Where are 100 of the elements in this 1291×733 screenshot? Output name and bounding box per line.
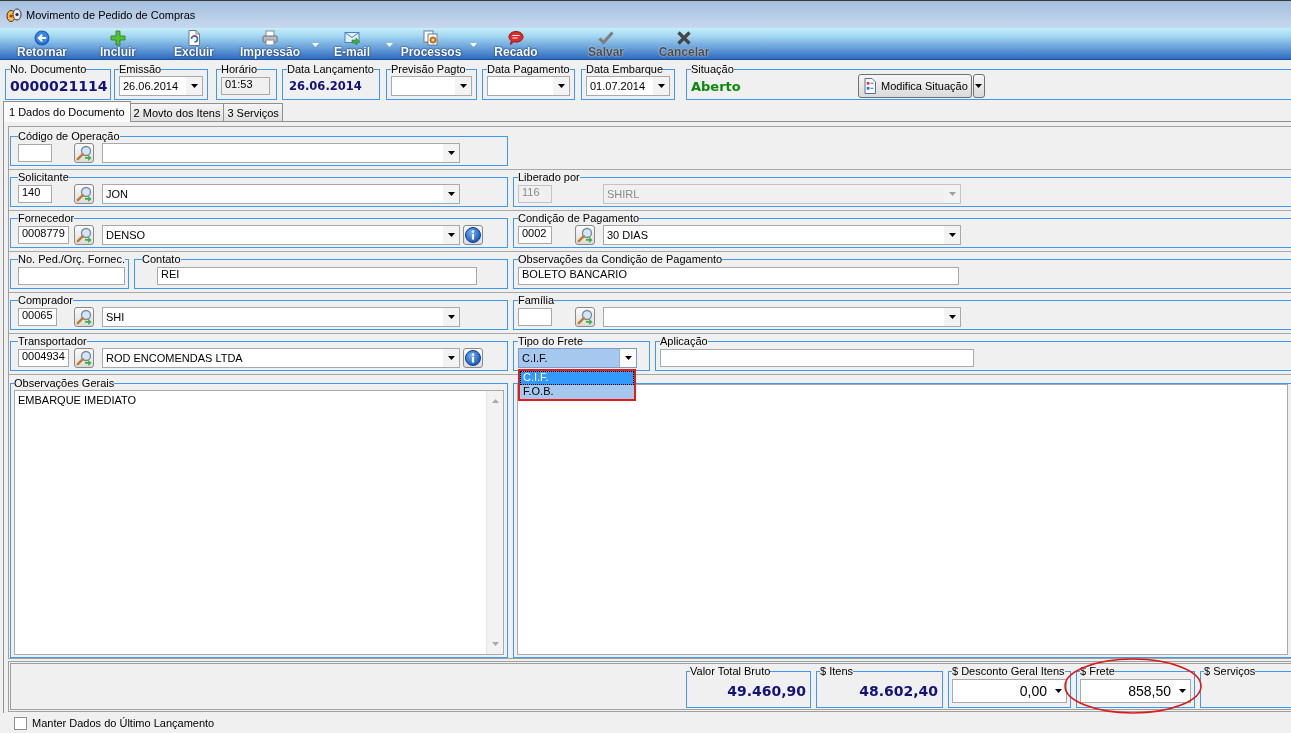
caret-icon xyxy=(948,315,956,319)
caret-icon xyxy=(447,151,455,155)
search-button[interactable] xyxy=(74,143,94,163)
search-button[interactable] xyxy=(74,184,94,204)
envelope-icon xyxy=(344,30,360,46)
field-label: Condição de Pagamento xyxy=(518,212,640,225)
scroll-up-icon[interactable] xyxy=(491,399,499,403)
date-field[interactable] xyxy=(391,76,472,96)
caret-icon xyxy=(447,356,455,360)
field-label: Contato xyxy=(142,253,181,266)
info-button[interactable] xyxy=(463,348,483,368)
code-field[interactable]: 0002 xyxy=(518,226,552,244)
search-button[interactable] xyxy=(575,225,595,245)
checkbox-label[interactable]: Manter Dados do Último Lançamento xyxy=(32,717,215,729)
caret-icon[interactable] xyxy=(311,43,319,47)
dropdown-field[interactable] xyxy=(603,307,961,327)
time-field: 01:53 xyxy=(221,77,270,95)
dropdown-field[interactable]: JON xyxy=(102,184,460,204)
field-label: Liberado por xyxy=(518,171,580,184)
date-field[interactable]: 26.06.2014 xyxy=(119,76,203,96)
scroll-down-icon[interactable] xyxy=(491,642,499,646)
document-number: 0000021114 xyxy=(10,77,108,96)
tab[interactable]: 3 Serviços xyxy=(223,103,283,121)
amount-field[interactable]: 0,00 xyxy=(952,679,1067,703)
dropdown-field[interactable] xyxy=(102,143,460,163)
caret-icon xyxy=(190,84,198,88)
dropdown-field[interactable]: DENSO xyxy=(102,225,460,245)
caret-icon xyxy=(1054,689,1062,693)
dropdown-field[interactable]: SHI xyxy=(102,307,460,327)
tab[interactable]: 2 Movto dos Itens xyxy=(129,103,225,121)
field-label: Comprador xyxy=(18,294,74,307)
caret-icon xyxy=(447,315,455,319)
dropdown-field[interactable]: ROD ENCOMENDAS LTDA xyxy=(102,348,460,368)
x-icon xyxy=(676,30,692,46)
code-field[interactable]: 00065 xyxy=(18,308,57,326)
text-field[interactable] xyxy=(660,349,974,367)
field-label: Solicitante xyxy=(18,171,69,184)
search-button[interactable] xyxy=(74,225,94,245)
field-label: $ Desconto Geral Itens xyxy=(952,665,1065,678)
document-icon xyxy=(186,30,202,46)
field-label: No. Documento xyxy=(10,63,87,76)
scrollbar[interactable] xyxy=(486,391,503,654)
code-field[interactable]: 140 xyxy=(18,185,52,203)
checkbox[interactable] xyxy=(14,716,27,730)
field-label: Horário xyxy=(221,63,258,76)
caret-icon xyxy=(557,84,565,88)
field-label: Tipo do Frete xyxy=(518,335,583,348)
field-label: Observações da Condição de Pagamento xyxy=(518,253,723,266)
code-field[interactable] xyxy=(18,144,52,162)
message-button[interactable]: Recado xyxy=(480,28,552,59)
memo-field[interactable]: EMBARQUE IMEDIATO xyxy=(14,390,504,655)
field-label: Data Embarque xyxy=(586,63,664,76)
caret-icon xyxy=(447,233,455,237)
field-label: $ Itens xyxy=(820,665,854,678)
caret-icon xyxy=(975,84,983,88)
info-icon xyxy=(465,350,481,366)
info-icon xyxy=(465,227,481,243)
field-label: Observações Gerais xyxy=(14,377,115,390)
caret-icon[interactable] xyxy=(385,43,393,47)
app-icon xyxy=(6,6,22,23)
field-label: Fornecedor xyxy=(18,212,75,225)
caret-icon xyxy=(459,84,467,88)
search-icon xyxy=(76,145,92,161)
search-icon xyxy=(577,309,593,325)
add-button[interactable]: Incluir xyxy=(80,28,156,59)
date-value: 26.06.2014 xyxy=(289,79,362,93)
search-button[interactable] xyxy=(74,307,94,327)
search-button[interactable] xyxy=(74,348,94,368)
date-field[interactable] xyxy=(487,76,570,96)
amount-field[interactable]: 858,50 xyxy=(1080,679,1191,703)
field-label: Data Lançamento xyxy=(287,63,374,76)
dropdown-button[interactable] xyxy=(972,74,985,98)
print-button[interactable]: Impressão xyxy=(232,28,308,59)
printer-icon xyxy=(262,30,278,46)
processes-button[interactable]: Processos xyxy=(396,28,466,59)
text-field[interactable]: BOLETO BANCARIO xyxy=(518,267,959,285)
code-field[interactable]: 0004934 xyxy=(18,349,69,367)
text-field[interactable] xyxy=(18,267,125,285)
field-label: Aplicação xyxy=(660,335,708,348)
info-button[interactable] xyxy=(463,225,483,245)
dropdown-option[interactable]: F.O.B. xyxy=(520,385,634,399)
checkmark-icon xyxy=(598,30,614,46)
search-icon xyxy=(76,227,92,243)
text-field[interactable]: REI xyxy=(157,267,477,285)
dropdown-field[interactable]: 30 DIAS xyxy=(603,225,961,245)
search-button[interactable] xyxy=(575,307,595,327)
caret-icon[interactable] xyxy=(469,43,477,47)
code-field[interactable] xyxy=(518,308,552,326)
tab[interactable]: 1 Dados do Documento xyxy=(3,101,131,122)
date-field[interactable]: 01.07.2014 xyxy=(586,76,670,96)
dropdown-field[interactable]: C.I.F. xyxy=(518,348,637,368)
caret-icon xyxy=(1178,689,1186,693)
field-label: Previsão Pagto xyxy=(391,63,466,76)
total-value: 48.602,40 xyxy=(858,683,939,699)
code-field[interactable]: 0008779 xyxy=(18,226,69,244)
caret-icon xyxy=(657,84,665,88)
field-label: $ Serviços xyxy=(1204,665,1256,678)
field-label: Data Pagamento xyxy=(487,63,570,76)
search-icon xyxy=(76,350,92,366)
status-button[interactable]: Modifica Situação xyxy=(858,74,972,98)
